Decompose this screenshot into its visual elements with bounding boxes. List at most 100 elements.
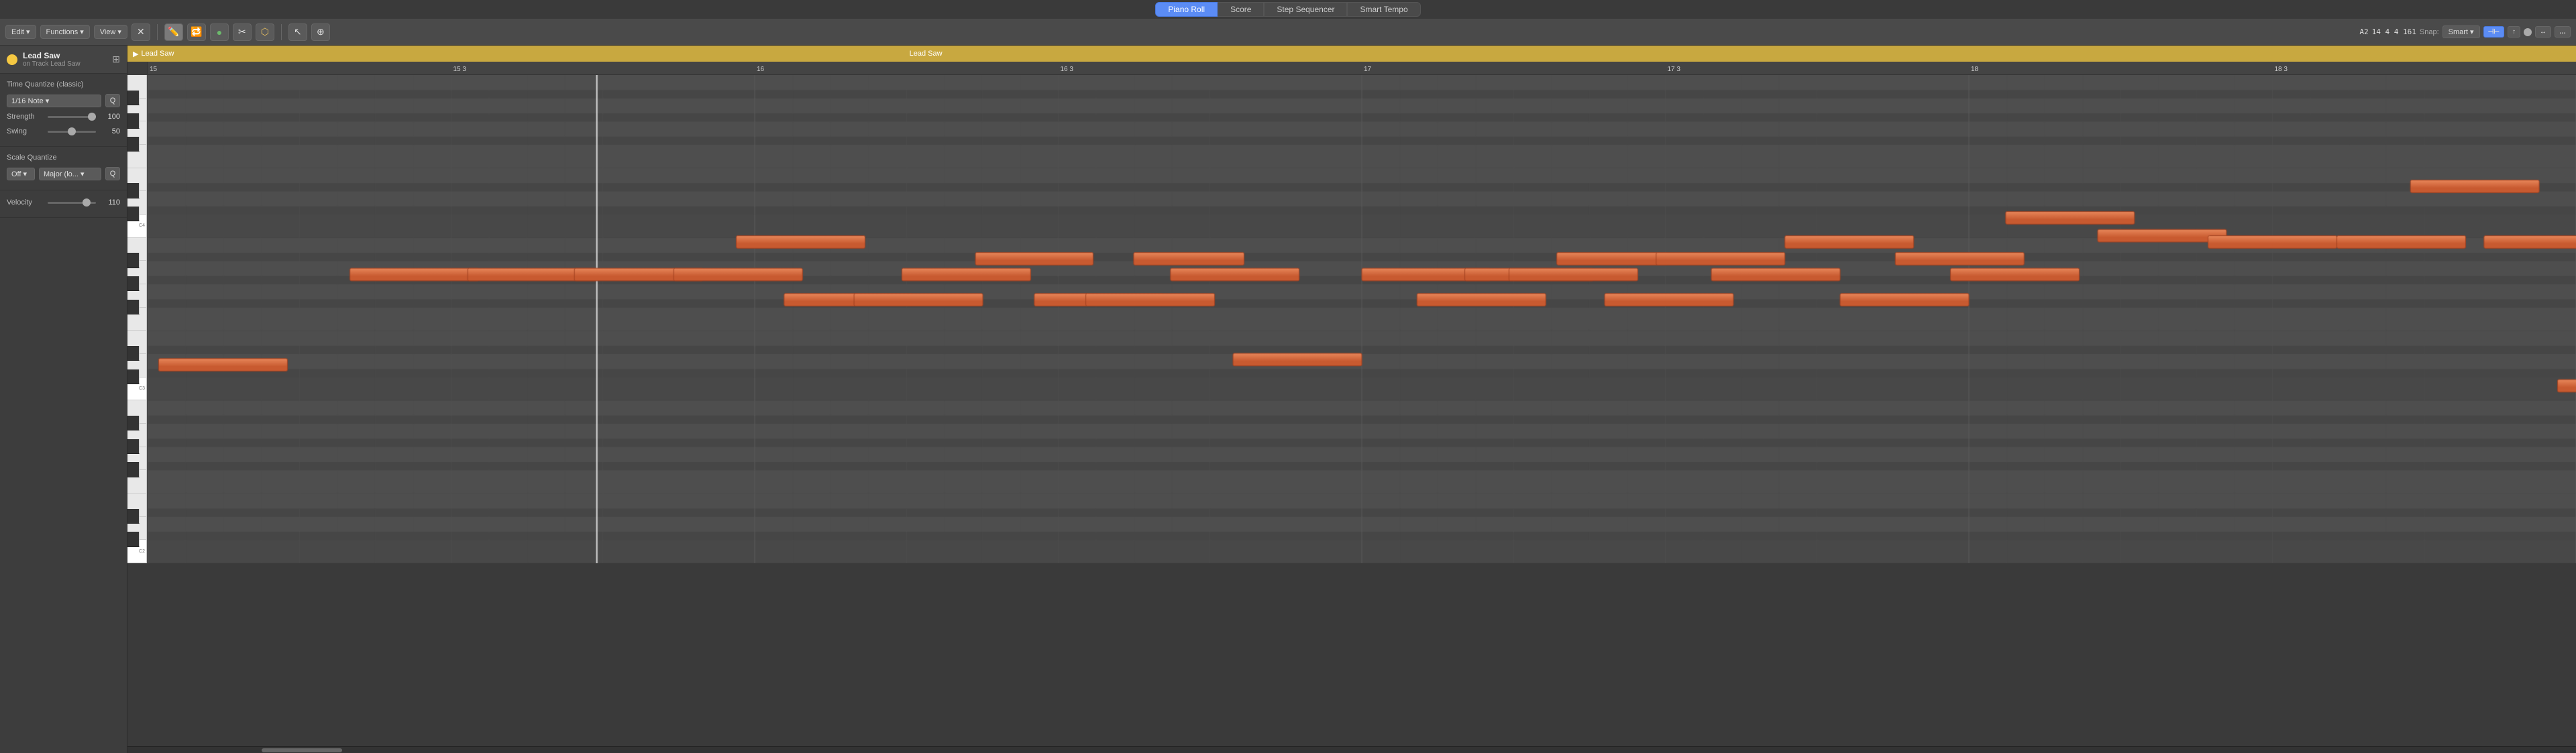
piano-key-37[interactable]: [127, 532, 140, 547]
ruler-mark-18: 18: [1969, 66, 1978, 73]
scale-row: Off ▾ Major (lo... ▾ Q: [7, 167, 120, 180]
ruler-mark-15-3: 15 3: [451, 66, 466, 73]
velocity-value: 110: [100, 198, 120, 207]
piano-key-51[interactable]: [127, 346, 140, 361]
scale-q-button[interactable]: Q: [105, 167, 120, 180]
scale-quantize-section: Scale Quantize Off ▾ Major (lo... ▾ Q: [0, 147, 127, 190]
functions-menu-button[interactable]: Functions ▾: [40, 25, 90, 39]
velocity-label: Velocity: [7, 198, 44, 207]
strength-label: Strength: [7, 113, 44, 121]
tab-smart-tempo[interactable]: Smart Tempo: [1347, 2, 1420, 17]
swing-slider-container: [48, 126, 96, 137]
scale-type-select[interactable]: Major (lo... ▾: [39, 168, 101, 180]
tab-bar: Piano Roll Score Step Sequencer Smart Te…: [0, 0, 2576, 19]
edit-arrow-icon: ▾: [26, 27, 30, 36]
toolbar-separator-2: [281, 24, 282, 40]
loop-tool-button[interactable]: 🔁: [187, 23, 206, 41]
close-panel-button[interactable]: ✕: [131, 23, 150, 41]
piano-key-63[interactable]: [127, 183, 140, 198]
main-content: Lead Saw on Track Lead Saw ⊞ Time Quanti…: [0, 46, 2576, 753]
piano-key-68[interactable]: [127, 113, 140, 129]
strength-row: Strength 100: [7, 111, 120, 122]
functions-arrow-icon: ▾: [80, 27, 84, 36]
piano-key-49[interactable]: [127, 369, 140, 385]
grid-container: 1515 31616 31717 31818 3 C4C3C2: [127, 62, 2576, 753]
piano-key-58[interactable]: [127, 253, 140, 268]
time-sig-display: 14 4 4 161: [2372, 27, 2416, 36]
snap-label: Snap:: [2420, 28, 2439, 36]
extra-button[interactable]: …: [2555, 26, 2571, 38]
swing-row: Swing 50: [7, 126, 120, 137]
track-settings-button[interactable]: ⊞: [112, 54, 120, 65]
note-value-select[interactable]: 1/16 Note ▾: [7, 95, 101, 107]
tab-piano-roll[interactable]: Piano Roll: [1155, 2, 1218, 17]
view-arrow-icon: ▾: [117, 27, 121, 36]
track-header: Lead Saw on Track Lead Saw ⊞: [0, 46, 127, 74]
note-value-row: 1/16 Note ▾ Q: [7, 94, 120, 107]
strength-slider[interactable]: [48, 116, 96, 118]
scissors-tool-button[interactable]: ✂: [233, 23, 252, 41]
horizontal-scrollbar[interactable]: [127, 746, 2576, 753]
piano-key-54[interactable]: [127, 300, 140, 315]
note-grid[interactable]: [148, 75, 2576, 563]
expand-button[interactable]: ↔: [2535, 26, 2551, 38]
hh-button[interactable]: ⊣⊢: [2483, 26, 2504, 38]
piano-key-56[interactable]: [127, 276, 140, 292]
time-quantize-title: Time Quantize (classic): [7, 80, 120, 89]
pencil-tool-button[interactable]: ✏️: [164, 23, 183, 41]
strength-slider-container: [48, 111, 96, 122]
toolbar: Edit ▾ Functions ▾ View ▾ ✕ ✏️ 🔁 ● ✂ ⬡ ↖…: [0, 19, 2576, 46]
region-header: ▶ Lead Saw Lead Saw: [127, 46, 2576, 62]
piano-key-44[interactable]: [127, 439, 140, 455]
track-sub: on Track Lead Saw: [23, 60, 107, 68]
swing-label: Swing: [7, 127, 44, 135]
piano-key-39[interactable]: [127, 509, 140, 524]
ruler-mark-17: 17: [1362, 66, 1371, 73]
region-play-icon: ▶: [133, 50, 138, 58]
ruler-mark-16-3: 16 3: [1059, 66, 1073, 73]
velocity-row: Velocity 110: [7, 197, 120, 208]
piano-key-42[interactable]: [127, 462, 140, 477]
piano-roll-area: ▶ Lead Saw Lead Saw 15 15 3 16 16 3 17 17 3 18…: [127, 46, 2576, 753]
scale-off-select[interactable]: Off ▾: [7, 168, 35, 180]
tab-score[interactable]: Score: [1218, 2, 1264, 17]
swing-slider[interactable]: [48, 131, 96, 133]
toolbar-separator-1: [157, 24, 158, 40]
quantize-q-button[interactable]: Q: [105, 94, 120, 107]
up-arrow-button[interactable]: ↑: [2508, 26, 2520, 38]
track-color-dot: [7, 54, 17, 65]
zoom-tool-button[interactable]: ⊕: [311, 23, 330, 41]
strength-value: 100: [100, 113, 120, 121]
piano-ruler-spacer: [127, 62, 148, 75]
ruler-row: 1515 31616 31717 31818 3: [127, 62, 2576, 75]
note-value-arrow: ▾: [46, 97, 50, 105]
ruler-mark-17-3: 17 3: [1666, 66, 1680, 73]
scrollbar-thumb[interactable]: [262, 748, 342, 752]
piano-key-46[interactable]: [127, 416, 140, 431]
dot-indicator: [2524, 28, 2532, 36]
edit-menu-button[interactable]: Edit ▾: [5, 25, 36, 39]
ruler-mark-15: 15: [148, 66, 157, 73]
ruler-mark-16: 16: [755, 66, 764, 73]
cursor-tool-button[interactable]: ↖: [288, 23, 307, 41]
piano-key-66[interactable]: [127, 137, 140, 152]
record-tool-button[interactable]: ●: [210, 23, 229, 41]
tab-step-sequencer[interactable]: Step Sequencer: [1264, 2, 1347, 17]
piano-key-61[interactable]: [127, 207, 140, 222]
velocity-section: Velocity 110: [0, 190, 127, 218]
piano-key-70[interactable]: [127, 91, 140, 106]
view-menu-button[interactable]: View ▾: [94, 25, 127, 39]
time-quantize-section: Time Quantize (classic) 1/16 Note ▾ Q St…: [0, 74, 127, 147]
region-label-right: Lead Saw: [910, 50, 943, 58]
left-panel: Lead Saw on Track Lead Saw ⊞ Time Quanti…: [0, 46, 127, 753]
link-tool-button[interactable]: ⬡: [256, 23, 274, 41]
piano-keys: C4C3C2: [127, 75, 148, 563]
scale-quantize-title: Scale Quantize: [7, 154, 120, 162]
track-info: Lead Saw on Track Lead Saw: [23, 51, 107, 68]
piano-and-grid: C4C3C2: [127, 75, 2576, 746]
velocity-slider-container: [48, 197, 96, 208]
snap-value[interactable]: Smart ▾: [2443, 25, 2480, 38]
region-label-left: ▶ Lead Saw: [133, 50, 174, 58]
velocity-slider[interactable]: [48, 202, 96, 204]
toolbar-right: A2 14 4 4 161 Snap: Smart ▾ ⊣⊢ ↑ ↔ …: [2359, 25, 2571, 38]
